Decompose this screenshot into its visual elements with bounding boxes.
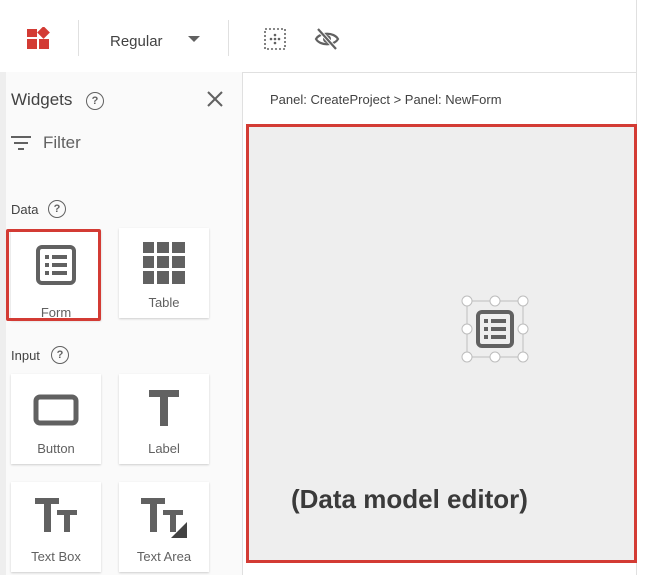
widget-label[interactable]: Label [119, 374, 209, 464]
app-logo-icon[interactable] [25, 27, 51, 53]
size-select-value: Regular [110, 32, 163, 50]
chevron-down-icon[interactable] [188, 36, 200, 42]
widget-form[interactable]: Form [11, 230, 101, 320]
data-model-editor-canvas[interactable]: (Data model editor) [246, 124, 637, 563]
help-icon[interactable]: ? [48, 200, 66, 218]
filter-button[interactable]: Filter [43, 133, 81, 153]
widget-label: Text Box [31, 549, 81, 564]
widget-label: Button [37, 441, 75, 456]
form-icon [476, 310, 514, 348]
breadcrumb[interactable]: Panel: CreateProject > Panel: NewForm [270, 92, 502, 107]
widget-label: Table [148, 295, 180, 310]
button-icon [33, 394, 79, 426]
label-icon [149, 390, 179, 426]
selected-form-widget[interactable] [461, 295, 529, 363]
widgets-panel-title: Widgets [11, 90, 73, 109]
visibility-off-icon[interactable] [314, 26, 340, 52]
form-icon [36, 245, 76, 285]
widget-label: Text Area [136, 549, 192, 564]
toolbar-divider [228, 20, 229, 56]
widgets-panel: Widgets ? Filter Data ? Form Table Input… [6, 72, 243, 575]
help-icon[interactable]: ? [51, 346, 69, 364]
close-icon[interactable] [206, 90, 224, 108]
widget-text-area[interactable]: Text Area [119, 482, 209, 572]
help-icon[interactable]: ? [86, 92, 104, 110]
widget-label: Form [40, 305, 72, 320]
section-label-data: Data [11, 202, 39, 217]
table-icon [143, 242, 185, 284]
canvas-caption: (Data model editor) [291, 484, 528, 514]
text-box-icon [35, 498, 77, 532]
widget-table[interactable]: Table [119, 228, 209, 318]
toolbar: Regular [0, 0, 636, 73]
widget-label: Label [148, 441, 180, 456]
widget-text-box[interactable]: Text Box [11, 482, 101, 572]
grid-toggle-icon[interactable] [262, 26, 288, 52]
size-select[interactable]: Regular [110, 30, 163, 52]
section-label-input: Input [11, 348, 40, 363]
filter-icon[interactable] [11, 135, 31, 151]
text-area-icon [141, 498, 187, 538]
toolbar-divider [78, 20, 79, 56]
widget-button[interactable]: Button [11, 374, 101, 464]
